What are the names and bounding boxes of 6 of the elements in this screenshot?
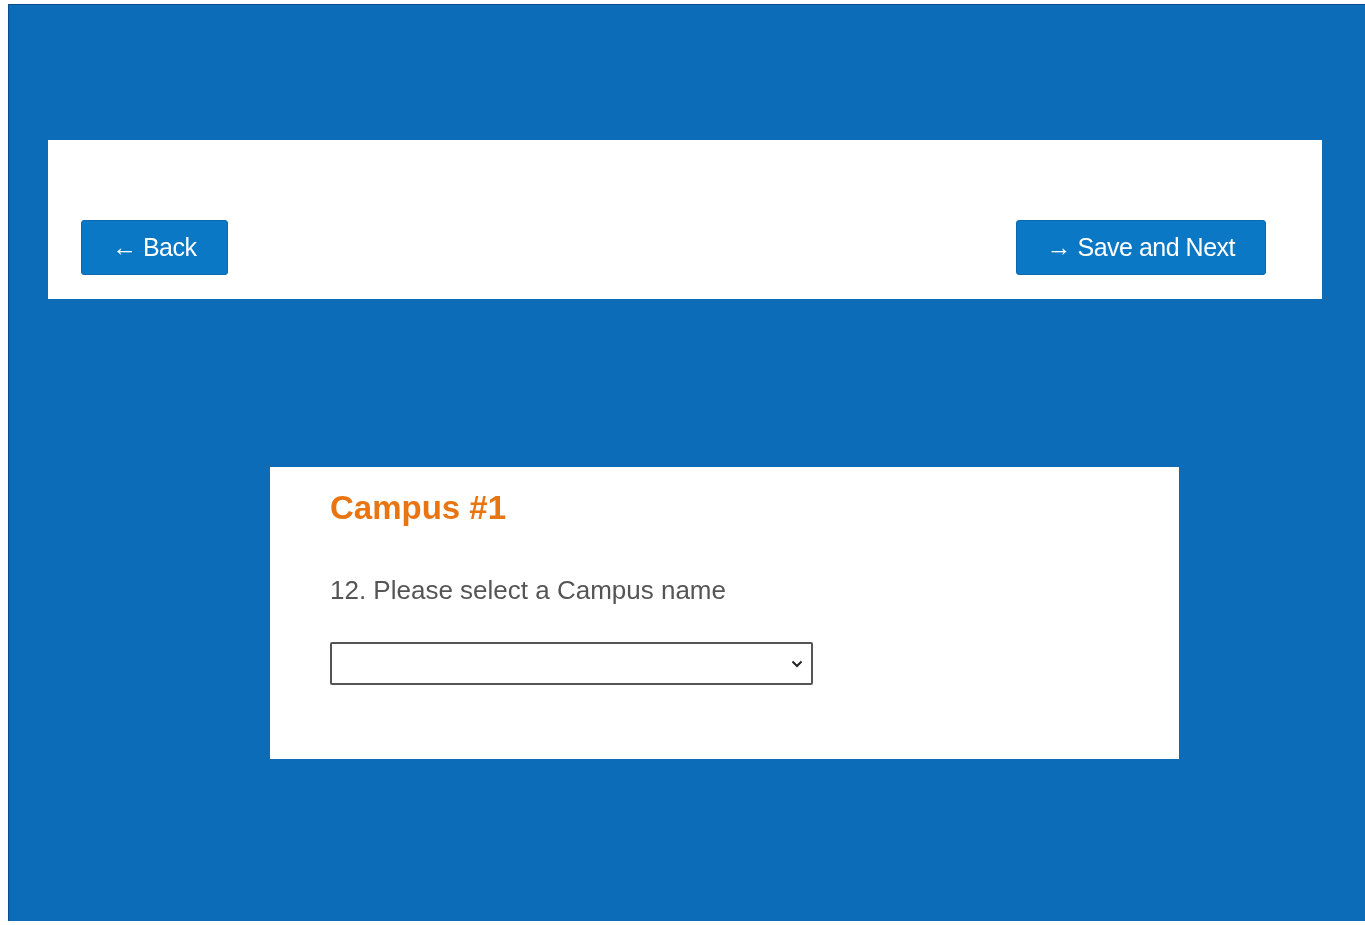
back-button[interactable]: ← Back xyxy=(81,220,228,275)
section-title: Campus #1 xyxy=(330,489,508,527)
question-text: 12. Please select a Campus name xyxy=(330,575,727,606)
save-and-next-button[interactable]: → Save and Next xyxy=(1015,220,1266,275)
dropdown-field[interactable] xyxy=(330,642,813,685)
chevron-down-icon xyxy=(791,659,803,668)
